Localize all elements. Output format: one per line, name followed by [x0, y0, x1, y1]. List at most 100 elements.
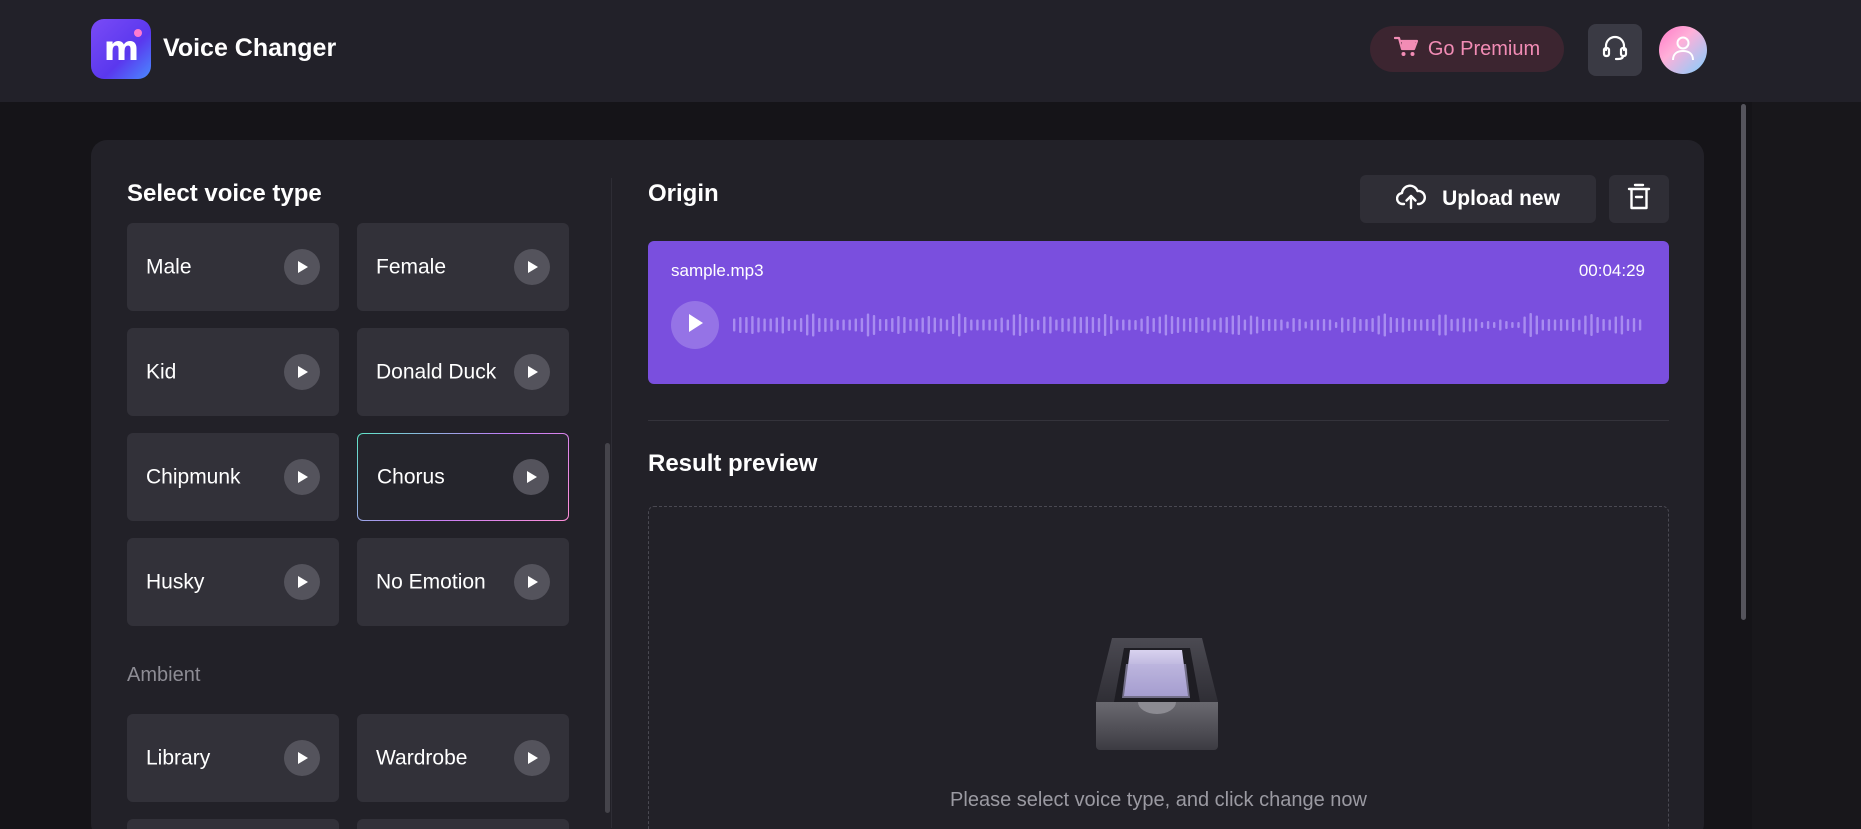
- voice-card-kid[interactable]: Kid: [127, 328, 339, 416]
- voice-label: Wardrobe: [376, 746, 468, 770]
- headset-icon: [1601, 34, 1629, 67]
- waveform-bar: [1237, 315, 1240, 335]
- waveform-bar: [1189, 318, 1192, 332]
- upload-new-button[interactable]: Upload new: [1360, 175, 1596, 223]
- waveform-bar: [799, 318, 803, 332]
- waveform-bar: [1444, 314, 1447, 336]
- waveform-bar: [1255, 316, 1259, 334]
- waveform-bar: [830, 318, 833, 332]
- page-scrollbar[interactable]: [1741, 104, 1746, 620]
- waveform-bar: [1347, 319, 1350, 331]
- play-icon[interactable]: [514, 249, 550, 285]
- voice-card-chipmunk[interactable]: Chipmunk: [127, 433, 339, 521]
- waveform-bar: [1578, 319, 1581, 331]
- waveform-bar: [1170, 316, 1174, 334]
- logo-dot: [134, 29, 142, 37]
- voice-card-library[interactable]: Library: [127, 714, 339, 802]
- voice-list-scrollbar[interactable]: [605, 443, 610, 813]
- waveform-bar: [1164, 314, 1168, 336]
- play-icon[interactable]: [284, 459, 320, 495]
- play-icon[interactable]: [284, 354, 320, 390]
- section-divider: [648, 420, 1669, 421]
- cart-icon: [1393, 36, 1418, 63]
- waveform-bar: [1280, 319, 1283, 331]
- play-icon[interactable]: [514, 564, 550, 600]
- waveform-bar: [1608, 319, 1611, 331]
- waveform-bar: [1268, 319, 1271, 331]
- waveform-bar: [1243, 319, 1247, 331]
- waveform-bar: [1529, 313, 1532, 337]
- column-divider: [611, 178, 612, 828]
- waveform-bar: [1553, 319, 1557, 331]
- waveform-bar: [1310, 319, 1313, 331]
- waveform-bar: [769, 318, 772, 332]
- play-icon[interactable]: [513, 459, 549, 495]
- waveform-bar: [1395, 318, 1399, 332]
- voice-label: Male: [146, 255, 192, 279]
- user-avatar[interactable]: [1659, 26, 1707, 74]
- waveform-bar: [1097, 318, 1101, 332]
- waveform-bar: [1620, 315, 1624, 335]
- waveform-bar: [793, 319, 797, 331]
- waveform-bar: [909, 319, 912, 331]
- waveform-bar: [1334, 322, 1338, 328]
- waveform-bar: [1000, 317, 1003, 333]
- waveform-bar: [757, 317, 760, 333]
- play-icon[interactable]: [284, 564, 320, 600]
- support-button[interactable]: [1588, 24, 1642, 76]
- logo-letter: m: [103, 29, 139, 69]
- voice-card-partial[interactable]: [127, 819, 339, 829]
- delete-button[interactable]: [1609, 175, 1669, 223]
- waveform-bar: [945, 319, 949, 331]
- app-logo[interactable]: m: [91, 19, 151, 79]
- waveform-bar: [1541, 319, 1544, 331]
- waveform-bar: [1037, 320, 1040, 330]
- play-icon[interactable]: [514, 740, 550, 776]
- play-icon[interactable]: [284, 249, 320, 285]
- waveform-bar: [1079, 317, 1082, 333]
- waveform-bar: [1371, 318, 1374, 332]
- play-icon[interactable]: [284, 740, 320, 776]
- waveform-bar: [781, 316, 784, 334]
- voice-card-no-emotion[interactable]: No Emotion: [357, 538, 569, 626]
- result-preview-title: Result preview: [648, 450, 818, 477]
- play-icon[interactable]: [514, 354, 550, 390]
- go-premium-label: Go Premium: [1427, 37, 1541, 60]
- waveform-bar: [1219, 317, 1222, 333]
- waveform-bar: [848, 319, 851, 331]
- voice-label: No Emotion: [376, 570, 486, 594]
- voice-card-chorus[interactable]: Chorus: [357, 433, 569, 521]
- voice-card-husky[interactable]: Husky: [127, 538, 339, 626]
- go-premium-button[interactable]: Go Premium: [1370, 26, 1564, 72]
- waveform-bar: [1359, 319, 1362, 331]
- voice-label: Kid: [146, 360, 177, 384]
- waveform-bar: [1146, 316, 1149, 334]
- waveform-bar: [1572, 318, 1575, 332]
- waveform-bar: [866, 313, 870, 337]
- waveform-bar: [1456, 318, 1459, 332]
- audio-play-button[interactable]: [671, 301, 719, 349]
- voice-card-male[interactable]: Male: [127, 223, 339, 311]
- waveform-bar: [1523, 316, 1526, 334]
- voice-card-donald-duck[interactable]: Donald Duck: [357, 328, 569, 416]
- voice-card-wardrobe[interactable]: Wardrobe: [357, 714, 569, 802]
- voice-card-female[interactable]: Female: [357, 223, 569, 311]
- play-icon: [686, 313, 704, 338]
- waveform-bar: [1377, 315, 1380, 335]
- waveform-bar: [739, 317, 742, 333]
- upload-new-label: Upload new: [1442, 187, 1560, 210]
- waveform-bar: [1638, 319, 1642, 331]
- waveform-bar: [1158, 316, 1161, 334]
- waveform-bar: [1438, 314, 1441, 336]
- voice-card-partial[interactable]: [357, 819, 569, 829]
- waveform-bar: [970, 319, 973, 331]
- waveform-bar: [1292, 318, 1295, 332]
- waveform-bar: [1602, 319, 1605, 331]
- waveform-bar: [1018, 314, 1022, 336]
- result-empty-hint: Please select voice type, and click chan…: [950, 789, 1367, 811]
- waveform-bar: [1414, 319, 1417, 331]
- waveform-bar: [1401, 317, 1405, 333]
- waveform-bar: [1067, 318, 1070, 332]
- waveform-bar: [1480, 322, 1484, 328]
- audio-waveform[interactable]: [733, 305, 1645, 345]
